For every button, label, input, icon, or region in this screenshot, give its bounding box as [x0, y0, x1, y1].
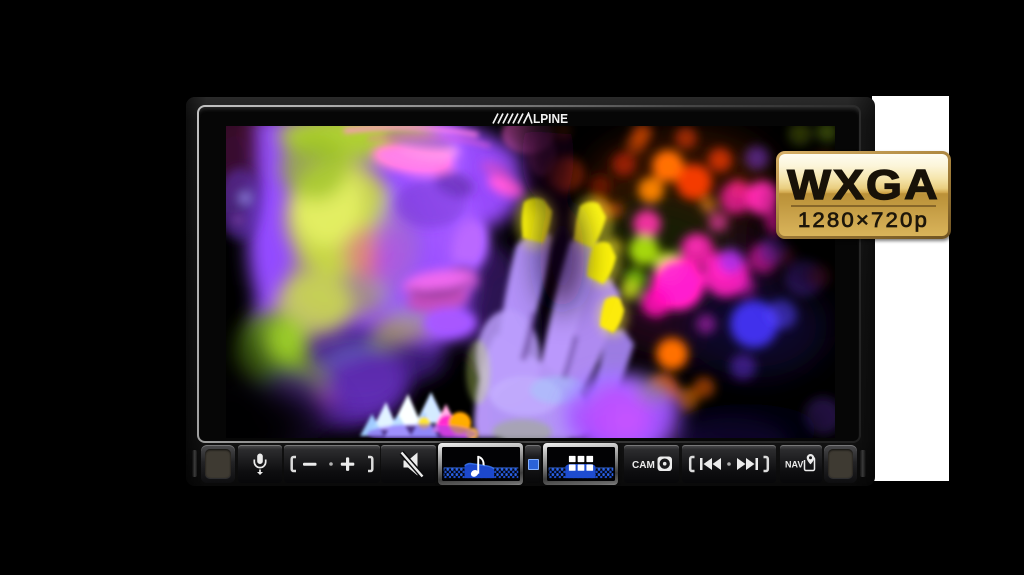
svg-text:CAM: CAM — [632, 460, 655, 471]
svg-text:NAV: NAV — [785, 460, 803, 470]
svg-text:LPINE: LPINE — [533, 112, 568, 125]
